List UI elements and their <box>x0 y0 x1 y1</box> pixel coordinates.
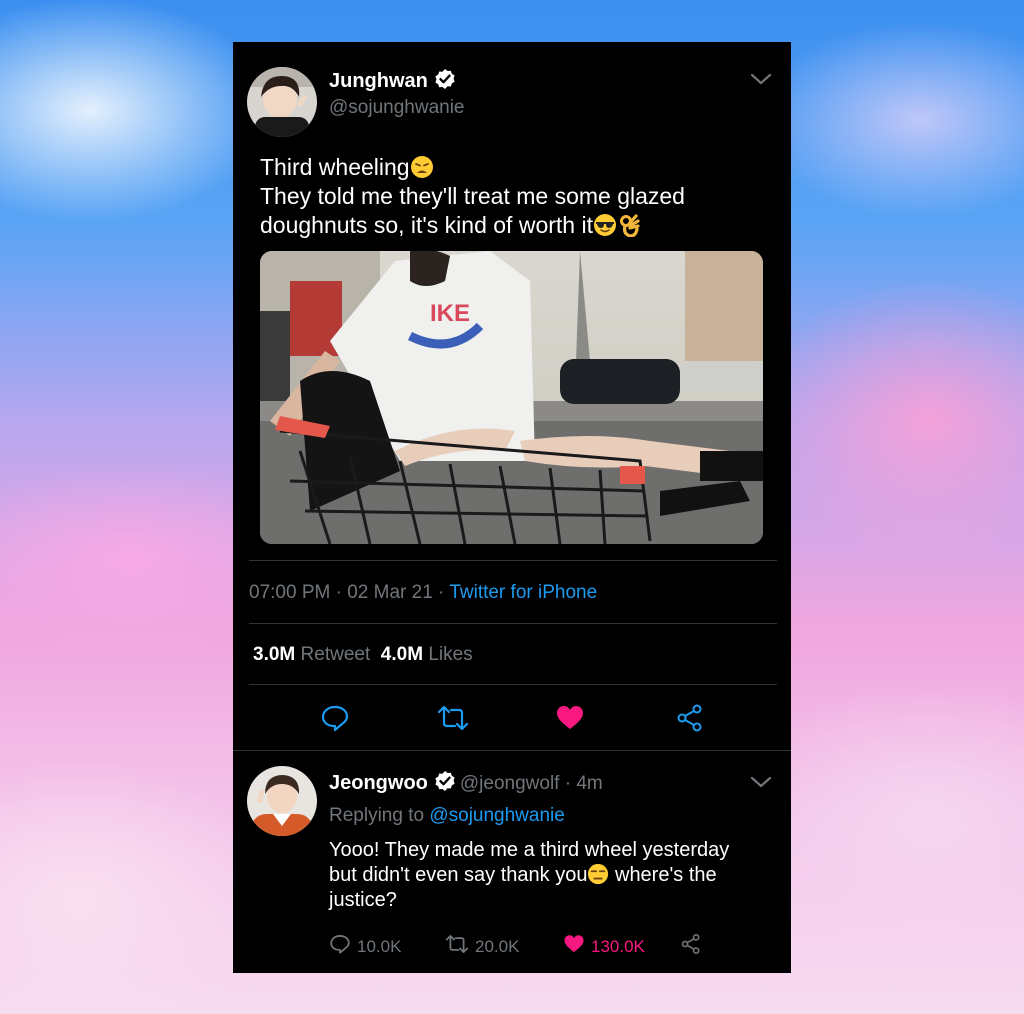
tweet-text: Third wheeling They told me they'll trea… <box>260 153 760 240</box>
unamused-face-emoji-icon <box>587 863 609 885</box>
retweet-count: 3.0M <box>253 644 296 665</box>
reply-line-1: Yooo! They made me a third wheel yesterd… <box>329 839 730 861</box>
tweet-source-link[interactable]: Twitter for iPhone <box>449 582 597 603</box>
reply-time: 4m <box>576 773 603 794</box>
author-handle[interactable]: @sojunghwanie <box>329 97 465 119</box>
tweet-date[interactable]: 02 Mar 21 <box>347 582 433 603</box>
sunglasses-face-emoji-icon <box>593 213 617 237</box>
reply-retweet-action[interactable]: 20.0K <box>445 933 519 960</box>
verified-badge-icon <box>434 770 456 798</box>
tweet-time: 07:00 PM <box>249 582 331 603</box>
replying-to-link[interactable]: @sojunghwanie <box>429 805 565 826</box>
svg-text:IKE: IKE <box>430 300 470 327</box>
replying-to: Replying to @sojunghwanie <box>329 805 565 826</box>
reply-like-action[interactable]: 130.0K <box>563 933 645 960</box>
reply-retweets-count: 20.0K <box>475 936 520 956</box>
like-count: 4.0M <box>380 644 424 665</box>
share-icon[interactable] <box>675 703 705 738</box>
author-name[interactable]: Junghwan <box>329 70 428 92</box>
ok-hand-emoji-icon <box>617 213 641 238</box>
divider <box>249 684 777 685</box>
reply-replies-count: 10.0K <box>357 936 402 956</box>
share-icon[interactable] <box>680 933 702 955</box>
reply-line-3: justice? <box>329 889 397 911</box>
tweet-line-3: doughnuts so, it's kind of worth it <box>260 211 760 240</box>
reply-likes-count: 130.0K <box>591 936 645 956</box>
reply-author-handle[interactable]: @jeongwolf <box>460 773 560 794</box>
reply-text: Yooo! They made me a third wheel yesterd… <box>329 838 759 913</box>
tweet-photo[interactable]: IKE <box>260 251 763 544</box>
retweet-stat[interactable]: 3.0M Retweet <box>253 644 370 665</box>
divider <box>249 623 777 624</box>
divider <box>233 750 791 751</box>
chevron-down-icon[interactable] <box>750 775 772 794</box>
retweet-icon <box>445 933 469 960</box>
reply-avatar[interactable] <box>247 766 317 836</box>
tweet-stats: 3.0M Retweet 4.0M Likes <box>253 644 473 666</box>
reply-icon[interactable] <box>320 703 350 738</box>
reply-line-2: but didn't even say thank you where's th… <box>329 863 717 886</box>
weary-face-emoji-icon <box>410 155 434 179</box>
tweet-card: Junghwan @sojunghwanie Third wheeling Th… <box>233 42 791 973</box>
avatar[interactable] <box>247 67 317 137</box>
heart-icon <box>563 933 585 960</box>
divider <box>249 560 777 561</box>
reply-reply-action[interactable]: 10.0K <box>329 933 401 960</box>
reply-icon <box>329 933 351 960</box>
heart-icon[interactable] <box>555 703 585 738</box>
background: { "tweet": { "author_name": "Junghwan", … <box>0 0 1024 1014</box>
verified-badge-icon <box>434 68 456 96</box>
reply-author-name[interactable]: Jeongwoo <box>329 772 428 794</box>
tweet-meta: 07:00 PM · 02 Mar 21 · Twitter for iPhon… <box>249 582 598 603</box>
retweet-icon[interactable] <box>437 703 469 738</box>
tweet-line-2: They told me they'll treat me some glaze… <box>260 183 685 209</box>
chevron-down-icon[interactable] <box>750 72 772 91</box>
like-stat[interactable]: 4.0M Likes <box>381 644 473 665</box>
tweet-line-1: Third wheeling <box>260 153 760 182</box>
